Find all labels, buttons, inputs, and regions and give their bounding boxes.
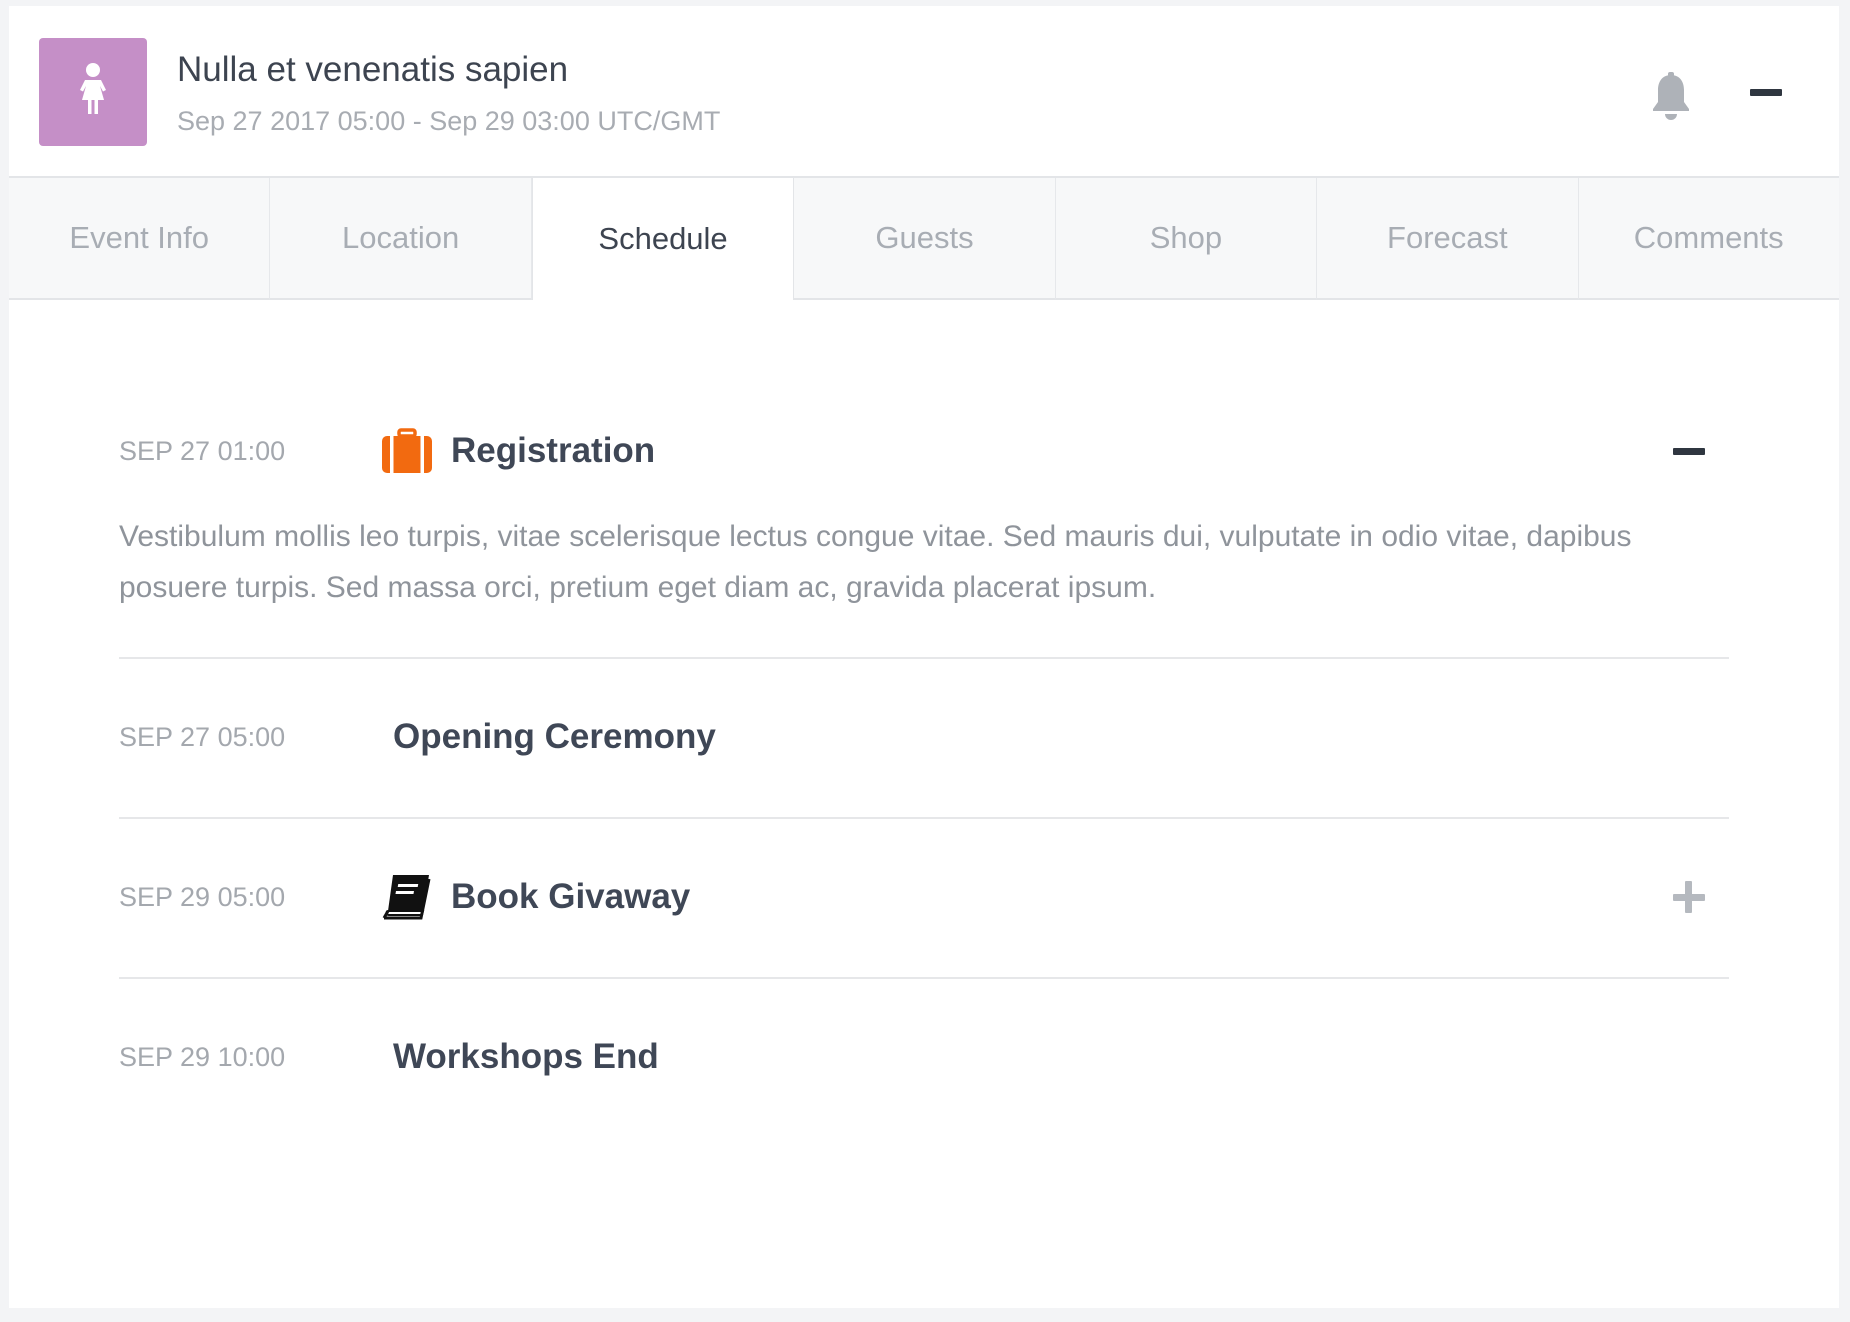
schedule-item: SEP 27 05:00 Opening Ceremony [119,659,1729,819]
tab-event-info[interactable]: Event Info [9,178,271,300]
bell-icon [1649,72,1693,126]
schedule-item: SEP 29 10:00 Workshops End [119,979,1729,1137]
schedule-item-time: SEP 27 01:00 [119,436,286,466]
schedule-item-title-group: Book Givaway [381,857,690,937]
schedule-item-header[interactable]: SEP 27 05:00 Opening Ceremony [119,697,1729,777]
event-dates: Sep 27 2017 05:00 - Sep 29 03:00 UTC/GMT [177,106,721,136]
event-header: Nulla et venenatis sapien Sep 27 2017 05… [9,6,1839,178]
event-tabs: Event Info Location Schedule Guests Shop… [9,178,1839,300]
tab-forecast[interactable]: Forecast [1317,178,1579,300]
event-title: Nulla et venenatis sapien [177,50,569,89]
schedule-item-header[interactable]: SEP 29 10:00 Workshops End [119,1017,1729,1097]
schedule-item-description: Vestibulum mollis leo turpis, vitae scel… [119,520,1632,604]
female-person-icon [73,62,113,123]
schedule-list: SEP 27 01:00 Registration Vestibulum mol… [119,411,1729,1137]
schedule-item-title-group: Registration [381,411,655,491]
schedule-item-title: Workshops End [393,1037,659,1076]
schedule-item-time: SEP 27 05:00 [119,722,286,752]
schedule-item-title: Opening Ceremony [393,717,716,756]
tab-shop[interactable]: Shop [1055,178,1318,300]
schedule-item-title-group: Workshops End [393,1017,659,1097]
event-card: Nulla et venenatis sapien Sep 27 2017 05… [9,6,1839,1308]
schedule-item-title-group: Opening Ceremony [393,697,716,777]
schedule-item-time: SEP 29 05:00 [119,882,286,912]
tab-guests[interactable]: Guests [794,178,1056,300]
schedule-item: SEP 27 01:00 Registration Vestibulum mol… [119,411,1729,659]
expand-item-button[interactable] [1671,879,1707,915]
notifications-button[interactable] [1649,72,1693,122]
briefcase-icon [381,428,433,474]
collapse-item-button[interactable] [1671,433,1707,469]
collapse-event-button[interactable] [1749,84,1783,104]
schedule-item: SEP 29 05:00 Book Givaway [119,819,1729,979]
event-avatar [39,38,147,146]
book-icon [381,874,433,920]
schedule-item-title: Book Givaway [451,877,691,916]
schedule-item-header[interactable]: SEP 27 01:00 Registration [119,411,1729,491]
tab-comments[interactable]: Comments [1578,178,1839,300]
tab-location[interactable]: Location [270,178,532,300]
schedule-item-time: SEP 29 10:00 [119,1042,286,1072]
tab-schedule[interactable]: Schedule [531,178,795,300]
schedule-item-title: Registration [451,431,656,470]
schedule-item-header[interactable]: SEP 29 05:00 Book Givaway [119,857,1729,937]
